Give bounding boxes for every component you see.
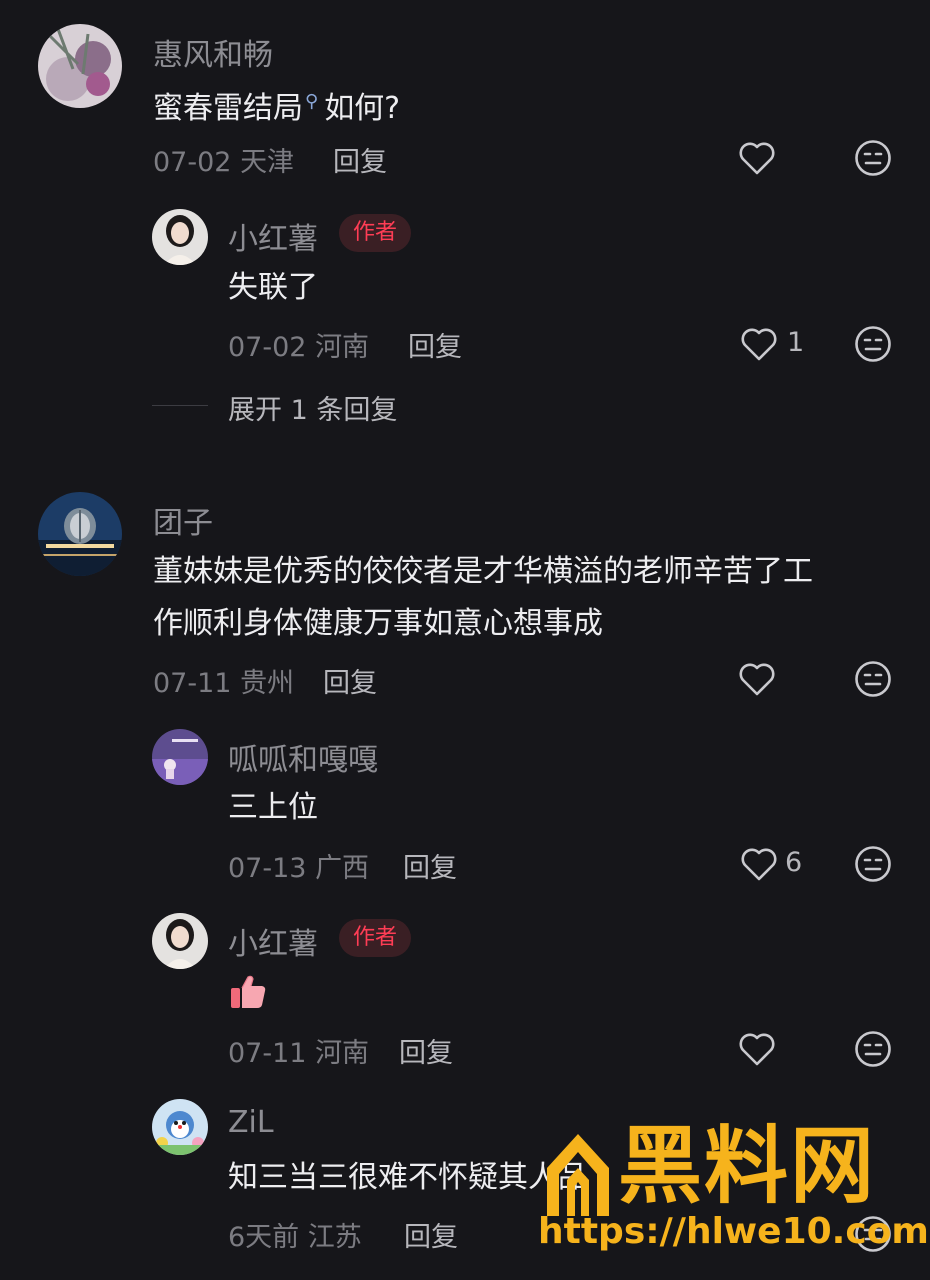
reply-location: 江苏: [307, 1222, 362, 1253]
reply-location: 河南: [315, 1038, 370, 1069]
avatar[interactable]: [152, 1099, 208, 1155]
dislike-face-icon[interactable]: [853, 138, 893, 178]
reply-text: 知三当三很难不怀疑其人品: [228, 1160, 588, 1195]
reply-button[interactable]: 回复: [333, 140, 387, 179]
reply-button[interactable]: 回复: [323, 661, 377, 700]
reply-button[interactable]: 回复: [399, 1031, 453, 1070]
heart-icon[interactable]: [739, 324, 779, 364]
comment-meta: 07-11 贵州: [153, 661, 294, 700]
heart-icon[interactable]: [737, 138, 777, 178]
like-count: 6: [785, 847, 803, 878]
reply-meta: 6天前 江苏: [228, 1215, 362, 1254]
reply-button[interactable]: 回复: [404, 1215, 458, 1254]
dislike-face-icon[interactable]: [853, 324, 893, 364]
reply-meta: 07-11 河南: [228, 1031, 369, 1070]
reply-username[interactable]: ZiL: [228, 1105, 274, 1140]
heart-icon[interactable]: [739, 844, 779, 884]
comment-username[interactable]: 团子: [153, 498, 213, 542]
reply-button[interactable]: 回复: [408, 325, 462, 364]
avatar[interactable]: [38, 24, 122, 108]
reply-username[interactable]: 小红薯: [228, 919, 318, 963]
reply-location: 广西: [315, 853, 370, 884]
watermark-title: 黑料网: [618, 1117, 877, 1215]
reply-meta: 07-02 河南: [228, 325, 369, 364]
comment-text: 蜜春雷结局 ⚲ 如何?: [153, 76, 400, 135]
heart-icon[interactable]: [737, 659, 777, 699]
watermark-logo-icon: [547, 1134, 609, 1216]
comment-username[interactable]: 惠风和畅: [153, 30, 273, 74]
reply-location: 河南: [315, 332, 370, 363]
comment-date: 07-11: [153, 668, 232, 699]
comment-text-part: 蜜春雷结局: [153, 91, 303, 126]
avatar[interactable]: [38, 492, 122, 576]
author-badge: 作者: [339, 214, 412, 252]
avatar[interactable]: [152, 913, 208, 969]
reply-date: 07-11: [228, 1038, 307, 1069]
thumbs-up-icon: [231, 975, 266, 1008]
dislike-face-icon[interactable]: [853, 1029, 893, 1069]
avatar[interactable]: [152, 209, 208, 265]
author-badge: 作者: [339, 919, 412, 957]
reply-username[interactable]: 呱呱和嘎嘎: [228, 735, 378, 779]
reply-text: 失联了: [228, 270, 318, 305]
reply-username[interactable]: 小红薯: [228, 214, 318, 258]
like-count: 1: [787, 327, 805, 358]
comment-location: 贵州: [240, 668, 295, 699]
reply-button[interactable]: 回复: [403, 846, 457, 885]
reply-date: 07-02: [228, 332, 307, 363]
expand-replies-button[interactable]: 展开 1 条回复: [228, 388, 397, 427]
comment-location: 天津: [240, 147, 295, 178]
comment-text: 董妹妹是优秀的佼佼者是才华横溢的老师辛苦了工: [153, 554, 813, 589]
comment-text: 作顺利身体健康万事如意心想事成: [153, 606, 603, 641]
reply-text: 三上位: [228, 790, 318, 825]
watermark-url: https://hlwe10.com: [538, 1211, 929, 1252]
heart-icon[interactable]: [737, 1029, 777, 1069]
comment-text-part: 如何?: [324, 91, 401, 126]
avatar[interactable]: [152, 729, 208, 785]
divider: [152, 405, 208, 406]
dislike-face-icon[interactable]: [853, 659, 893, 699]
reply-meta: 07-13 广西: [228, 846, 369, 885]
comment-date: 07-02: [153, 147, 232, 178]
comment-meta: 07-02 天津: [153, 140, 294, 179]
reply-date: 6天前: [228, 1222, 300, 1253]
reply-date: 07-13: [228, 853, 307, 884]
dislike-face-icon[interactable]: [853, 844, 893, 884]
search-icon[interactable]: ⚲: [305, 91, 318, 112]
